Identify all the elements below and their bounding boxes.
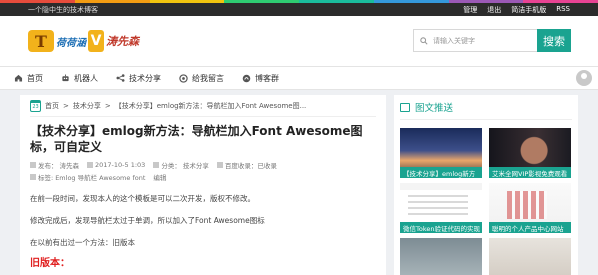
meta-baidu-text: 百度收录：已收录 bbox=[224, 162, 277, 170]
top-bar: 一个隐中生的技术博客 管理 退出 简洁手机版 RSS bbox=[0, 3, 598, 16]
article-panel: 23 首页 > 技术分享 > 【技术分享】emlog新方法：导航栏加入Font … bbox=[20, 95, 386, 275]
breadcrumb: 23 首页 > 技术分享 > 【技术分享】emlog新方法：导航栏加入Font … bbox=[30, 100, 376, 117]
rainbow-bar bbox=[0, 0, 598, 3]
search-button[interactable]: 搜索 bbox=[537, 29, 571, 52]
meta-tags: 标签: Emlog 导航栏 Awesome font bbox=[30, 172, 145, 182]
top-links: 管理 退出 简洁手机版 RSS bbox=[463, 5, 570, 15]
site-header: T 荷荷涵 V 涛先森 请输入关键字 搜索 bbox=[0, 16, 598, 66]
breadcrumb-current: 【技术分享】emlog新方法：导航栏加入Font Awesome图... bbox=[114, 102, 307, 110]
image-icon bbox=[400, 102, 410, 112]
folder-icon bbox=[153, 162, 160, 168]
nav-label-message: 给我留言 bbox=[192, 73, 224, 83]
post-caption: 【技术分享】emlog新方 bbox=[400, 167, 482, 178]
main-nav: 首页 机器人 技术分享 给我留言 博客群 bbox=[0, 66, 598, 90]
logo-t-badge: T bbox=[28, 30, 54, 52]
breadcrumb-home[interactable]: 首页 bbox=[45, 101, 59, 111]
site-logo[interactable]: T 荷荷涵 V 涛先森 bbox=[28, 30, 139, 52]
nav-label-tech-share: 技术分享 bbox=[129, 73, 161, 83]
meta-author-name[interactable]: 涛先森 bbox=[60, 160, 80, 170]
post-thumbnail bbox=[489, 238, 571, 275]
search-icon bbox=[420, 36, 428, 45]
post-caption: 聪明的个人产品中心网站 bbox=[489, 222, 571, 233]
meta-tags-list[interactable]: Emlog 导航栏 Awesome font bbox=[55, 172, 145, 182]
logo-v-badge: V bbox=[88, 30, 104, 52]
image-post-card[interactable] bbox=[489, 238, 571, 275]
image-post-grid: 【技术分享】emlog新方 艾米全网VIP影视免费观看 微信Token验证代码的… bbox=[400, 128, 572, 275]
post-caption: 微信Token验证代码的实现 bbox=[400, 222, 482, 233]
image-post-card[interactable]: 微信Token验证代码的实现 bbox=[400, 183, 482, 233]
nav-label-robot: 机器人 bbox=[74, 73, 98, 83]
meta-date-text: 2017-10-5 1:03 bbox=[95, 161, 146, 169]
meta-category-label: 分类： bbox=[161, 162, 181, 170]
post-caption: 艾米全网VIP影视免费观看 bbox=[489, 167, 571, 178]
search-placeholder: 请输入关键字 bbox=[433, 36, 475, 45]
meta-author: 发布： 涛先森 bbox=[30, 160, 79, 170]
image-post-card[interactable]: 艾米全网VIP影视免费观看 bbox=[489, 128, 571, 178]
group-icon bbox=[242, 74, 251, 82]
mobile-version-link[interactable]: 简洁手机版 bbox=[511, 5, 546, 15]
meta-category: 分类： 技术分享 bbox=[153, 160, 209, 170]
meta-date: 2017-10-5 1:03 bbox=[87, 161, 145, 169]
sidebar-title-text: 图文推送 bbox=[415, 103, 454, 114]
nav-item-robot[interactable]: 机器人 bbox=[61, 73, 98, 84]
robot-icon bbox=[62, 74, 69, 82]
home-icon bbox=[14, 74, 23, 82]
message-icon bbox=[179, 73, 188, 83]
logo-text-2: 涛先森 bbox=[106, 35, 139, 48]
nav-item-home[interactable]: 首页 bbox=[14, 73, 43, 84]
baidu-icon bbox=[216, 162, 223, 168]
user-avatar[interactable] bbox=[576, 70, 592, 86]
article-title: 【技术分享】emlog新方法：导航栏加入Font Awesome图标，可自定义 bbox=[30, 124, 363, 154]
article-paragraph: 修改完成后，发现导航栏太过于单调，所以加入了Font Awesome图标 bbox=[30, 216, 265, 225]
image-post-card[interactable]: 【技术分享】emlog新方 bbox=[400, 128, 482, 178]
sidebar-title: 图文推送 bbox=[400, 100, 572, 120]
breadcrumb-separator: > bbox=[104, 102, 111, 110]
search-input[interactable]: 请输入关键字 bbox=[413, 29, 537, 52]
image-post-card[interactable] bbox=[400, 238, 482, 275]
nav-item-blog-group[interactable]: 博客群 bbox=[242, 73, 279, 84]
meta-category-link[interactable]: 技术分享 bbox=[183, 160, 209, 170]
user-icon bbox=[30, 162, 36, 168]
admin-link[interactable]: 管理 bbox=[463, 5, 477, 15]
tag-icon bbox=[30, 174, 36, 180]
image-post-card[interactable]: 聪明的个人产品中心网站 bbox=[489, 183, 571, 233]
nav-item-message[interactable]: 给我留言 bbox=[179, 73, 224, 84]
share-icon bbox=[116, 74, 125, 82]
nav-item-tech-share[interactable]: 技术分享 bbox=[116, 73, 161, 84]
article-meta: 发布： 涛先森 2017-10-5 1:03 分类： 技术分享 百度收录：已收录 标… bbox=[30, 160, 376, 182]
meta-baidu: 百度收录：已收录 bbox=[216, 160, 277, 170]
logo-text-1: 荷荷涵 bbox=[56, 37, 86, 49]
meta-tags-label: 标签: bbox=[38, 174, 54, 182]
search-form: 请输入关键字 搜索 bbox=[413, 29, 571, 52]
main-content: 23 首页 > 技术分享 > 【技术分享】emlog新方法：导航栏加入Font … bbox=[0, 90, 598, 275]
sidebar-image-posts: 图文推送 【技术分享】emlog新方 艾米全网VIP影视免费观看 微信Token… bbox=[394, 95, 578, 275]
rss-link[interactable]: RSS bbox=[556, 5, 570, 15]
meta-author-label: 发布： bbox=[38, 162, 58, 170]
article-paragraph: 在以前有出过一个方法：旧版本 bbox=[30, 238, 135, 247]
article-paragraph: 在前一段时间，发现本人的这个模板是可以二次开发，版权不修改。 bbox=[30, 194, 255, 203]
article-subheading: 旧版本： bbox=[30, 258, 70, 269]
breadcrumb-category[interactable]: 技术分享 bbox=[73, 101, 101, 111]
article-body: 在前一段时间，发现本人的这个模板是可以二次开发，版权不修改。 修改完成后，发现导… bbox=[30, 193, 376, 269]
edit-link[interactable]: 编辑 bbox=[153, 172, 166, 182]
nav-label-home: 首页 bbox=[27, 73, 43, 83]
site-tagline: 一个隐中生的技术博客 bbox=[28, 5, 98, 14]
breadcrumb-separator: > bbox=[63, 102, 69, 110]
calendar-icon: 23 bbox=[30, 100, 41, 112]
clock-icon bbox=[87, 162, 93, 168]
logout-link[interactable]: 退出 bbox=[487, 5, 501, 15]
post-thumbnail bbox=[400, 238, 482, 275]
nav-label-blog-group: 博客群 bbox=[255, 73, 279, 83]
